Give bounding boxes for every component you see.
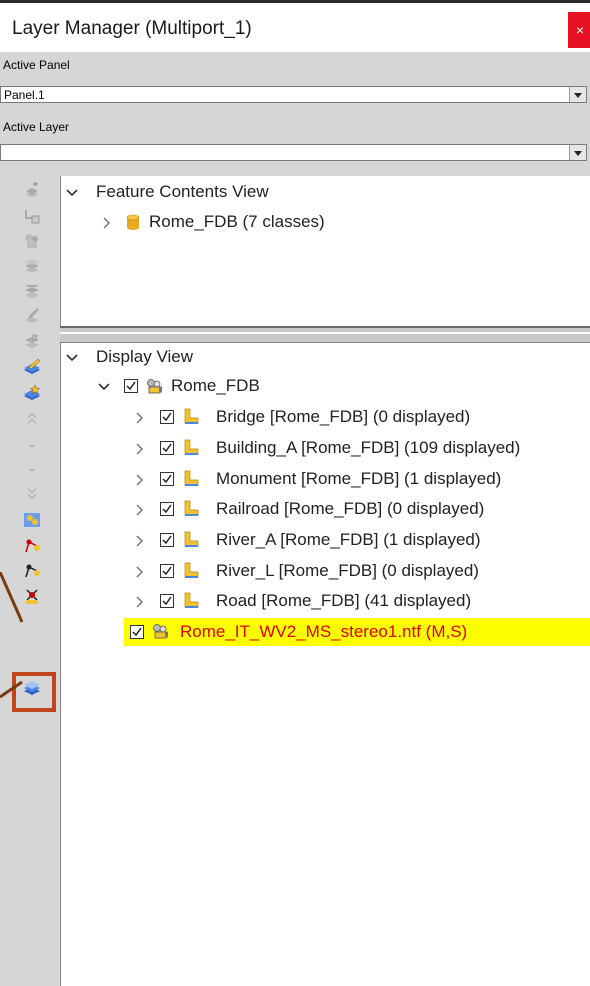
add-layer-icon[interactable] <box>23 182 41 200</box>
layer-checkbox[interactable] <box>160 594 174 608</box>
stack-grid-icon[interactable] <box>23 332 41 350</box>
active-layer-label: Active Layer <box>3 120 70 134</box>
chevron-right-icon[interactable] <box>134 474 146 486</box>
layer-label: River_A [Rome_FDB] (1 displayed) <box>216 530 481 549</box>
display-view-title: Display View <box>96 347 194 366</box>
callout-lines <box>0 572 24 699</box>
model-layer-icon[interactable] <box>23 232 41 250</box>
model-icon <box>153 624 168 639</box>
move-bottom-icon[interactable] <box>23 485 41 503</box>
title-bar: Layer Manager (Multiport_1) × <box>0 0 590 52</box>
link-layer-icon[interactable] <box>23 207 41 225</box>
close-button[interactable]: × <box>568 12 590 48</box>
feature-layer-icon <box>184 531 199 547</box>
feature-contents-view-title: Feature Contents View <box>96 182 269 201</box>
edit-layer-star-icon[interactable] <box>23 384 41 402</box>
active-panel-label: Active Panel <box>3 58 70 72</box>
feature-layer-icon <box>184 562 199 578</box>
layer-checkbox[interactable] <box>160 502 174 516</box>
move-up-icon[interactable] <box>23 436 41 454</box>
model-icon <box>147 379 162 394</box>
feature-layer-icon <box>184 470 199 486</box>
image-layer-row[interactable]: Rome_IT_WV2_MS_stereo1.ntf (M,S) <box>124 618 590 646</box>
feature-item-label: Rome_FDB (7 classes) <box>149 212 325 231</box>
layer-checkbox[interactable] <box>160 564 174 578</box>
stack-edit-icon[interactable] <box>23 282 41 300</box>
active-layer-select[interactable] <box>0 144 587 161</box>
chevron-right-icon[interactable] <box>134 412 146 424</box>
move-down-icon[interactable] <box>23 461 41 479</box>
edit-layer-icon[interactable] <box>23 358 41 376</box>
layer-label: Monument [Rome_FDB] (1 displayed) <box>216 469 502 488</box>
feature-layer-icon <box>184 500 199 516</box>
layer-label: Railroad [Rome_FDB] (0 displayed) <box>216 499 485 518</box>
chevron-right-icon[interactable] <box>134 535 146 547</box>
active-panel-value: Panel.1 <box>4 88 45 102</box>
layer-label: Road [Rome_FDB] (41 displayed) <box>216 591 472 610</box>
title-bar-edge <box>0 0 590 3</box>
layer-label: Bridge [Rome_FDB] (0 displayed) <box>216 407 471 426</box>
chevron-right-icon[interactable] <box>134 504 146 516</box>
layer-checkbox[interactable] <box>160 441 174 455</box>
layer-checkbox[interactable] <box>160 533 174 547</box>
move-top-icon[interactable] <box>23 410 41 428</box>
layer-label: River_L [Rome_FDB] (0 displayed) <box>216 561 479 580</box>
layer-checkbox[interactable] <box>160 410 174 424</box>
chevron-right-icon[interactable] <box>134 566 146 578</box>
root-label: Rome_FDB <box>171 376 260 395</box>
layer-label: Building_A [Rome_FDB] (109 displayed) <box>216 438 521 457</box>
image-layer-label: Rome_IT_WV2_MS_stereo1.ntf (M,S) <box>180 622 468 641</box>
stack-pencil-icon[interactable] <box>23 307 41 325</box>
chevron-right-icon[interactable] <box>134 443 146 455</box>
pane-splitter[interactable] <box>60 326 590 343</box>
node-tool-2-icon[interactable] <box>23 562 41 580</box>
stack-layer-icon[interactable] <box>23 257 41 275</box>
database-icon <box>126 214 140 230</box>
feature-layer-icon <box>184 592 199 608</box>
layer-checkbox[interactable] <box>160 472 174 486</box>
node-tool-3-icon[interactable] <box>23 587 41 605</box>
active-panel-select[interactable]: Panel.1 <box>0 86 587 103</box>
chevron-down-icon[interactable] <box>98 381 110 393</box>
chevron-right-icon[interactable] <box>101 217 113 229</box>
node-tool-icon[interactable] <box>23 537 41 555</box>
root-checkbox[interactable] <box>124 379 138 393</box>
chevron-down-icon[interactable] <box>66 352 78 364</box>
chevron-right-icon[interactable] <box>134 596 146 608</box>
chevron-down-icon[interactable] <box>66 187 78 199</box>
image-layer-checkbox[interactable] <box>130 625 144 639</box>
feature-layer-icon <box>184 408 199 424</box>
image-tool-icon[interactable] <box>23 511 41 529</box>
window-title: Layer Manager (Multiport_1) <box>12 18 252 39</box>
chevron-down-icon[interactable] <box>569 145 586 160</box>
feature-layer-icon <box>184 439 199 455</box>
chevron-down-icon[interactable] <box>569 87 586 102</box>
